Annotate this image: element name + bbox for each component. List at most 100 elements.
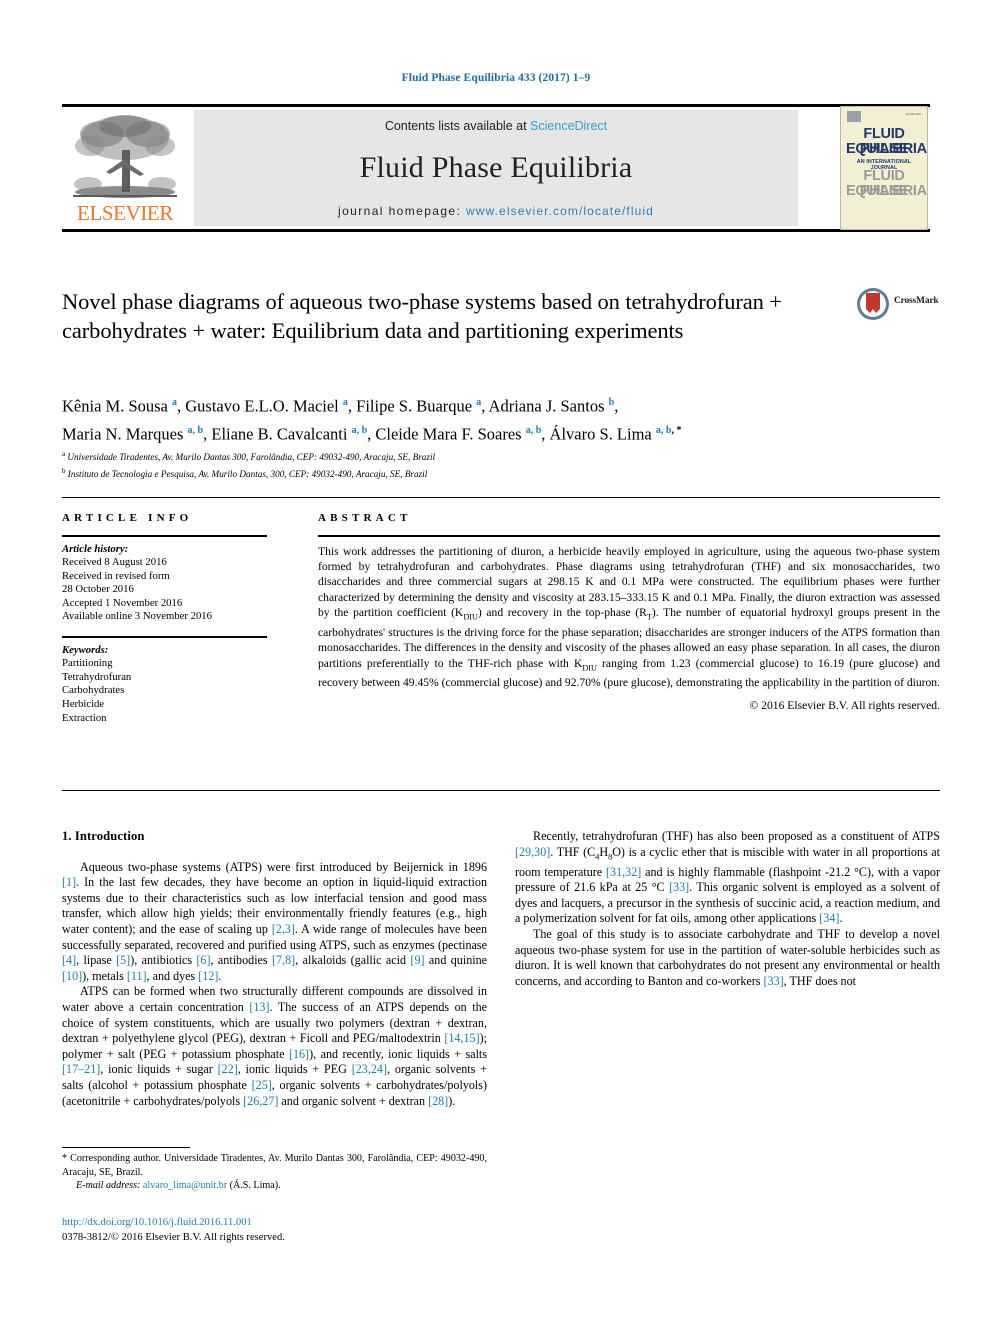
journal-masthead: ELSEVIER Contents lists available at Sci… <box>62 104 930 232</box>
sciencedirect-link[interactable]: ScienceDirect <box>530 119 607 133</box>
author-list: Kênia M. Sousa a, Gustavo E.L.O. Maciel … <box>62 391 940 446</box>
p3-a: Recently, tetrahydrofuran (THF) has also… <box>533 829 940 843</box>
citation-ref[interactable]: [17–21] <box>62 1062 100 1076</box>
affiliation-a-text: Universidade Tiradentes, Av. Murilo Dant… <box>67 452 436 463</box>
history-item: Accepted 1 November 2016 <box>62 596 183 609</box>
p1-k: . <box>218 968 222 983</box>
citation-ref[interactable]: [5] <box>116 953 130 967</box>
citation-ref[interactable]: [1] <box>62 875 76 889</box>
article-info-heading: ARTICLE INFO <box>62 512 193 524</box>
citation-ref[interactable]: [6] <box>196 953 210 967</box>
homepage-label: journal homepage: <box>338 204 462 218</box>
p2-i: and organic solvent + dextran <box>278 1093 429 1108</box>
citation-ref[interactable]: [23,24] <box>352 1062 387 1076</box>
citation-ref[interactable]: [13] <box>249 1000 269 1014</box>
doi-block: http://dx.doi.org/10.1016/j.fluid.2016.1… <box>62 1216 487 1245</box>
citation-ref[interactable]: [7,8] <box>272 953 295 967</box>
intro-paragraph-1: Aqueous two-phase systems (ATPS) were fi… <box>62 860 487 985</box>
intro-paragraph-4: The goal of this study is to associate c… <box>515 927 940 989</box>
masthead-center-panel: Contents lists available at ScienceDirec… <box>194 110 798 226</box>
keyword-item: Extraction <box>62 711 107 724</box>
citation-ref[interactable]: [33] <box>764 974 784 988</box>
paper-page: Fluid Phase Equilibria 433 (2017) 1–9 EL… <box>0 0 992 1323</box>
keyword-item: Tetrahydrofuran <box>62 670 132 683</box>
citation-ref[interactable]: [33] <box>669 880 689 894</box>
corresponding-text: Corresponding author. Universidade Tirad… <box>62 1153 487 1178</box>
affiliation-a: a Universidade Tiradentes, Av. Murilo Da… <box>62 450 436 463</box>
issn-copyright-line: 0378-3812/© 2016 Elsevier B.V. All right… <box>62 1231 285 1243</box>
citation-ref[interactable]: [11] <box>127 969 147 983</box>
p1-h: and quinine <box>424 953 488 968</box>
crossmark-icon <box>857 288 889 320</box>
history-item: Available online 3 November 2016 <box>62 610 212 623</box>
doi-link[interactable]: http://dx.doi.org/10.1016/j.fluid.2016.1… <box>62 1216 487 1231</box>
keyword-item: Herbicide <box>62 697 105 710</box>
info-bottom-rule <box>62 790 940 791</box>
affiliations: a Universidade Tiradentes, Av. Murilo Da… <box>62 448 940 481</box>
citation-ref[interactable]: [2,3] <box>272 922 295 936</box>
running-head: Fluid Phase Equilibria 433 (2017) 1–9 <box>401 72 591 84</box>
corresponding-author-footnote: * Corresponding author. Universidade Tir… <box>62 1152 487 1193</box>
citation-ref[interactable]: [25] <box>252 1078 272 1092</box>
keywords-block: Keywords: Partitioning Tetrahydrofuran C… <box>62 644 267 726</box>
p1-g: , alkaloids (gallic acid <box>295 953 411 968</box>
citation-ref[interactable]: [4] <box>62 953 76 967</box>
cover-header: ELSEVIER <box>845 110 923 122</box>
keywords-label: Keywords: <box>62 643 109 656</box>
contents-prefix: Contents lists available at <box>384 119 527 133</box>
p2-f: , ionic liquids + PEG <box>237 1062 352 1077</box>
p1-d: , lipase <box>76 953 117 968</box>
abstract-heading: ABSTRACT <box>318 512 412 524</box>
email-label: E-mail address: <box>76 1180 141 1192</box>
cover-title-line4: EQUILIBRIA <box>846 183 927 199</box>
p1-j: , and dyes <box>146 968 199 983</box>
intro-paragraph-2: ATPS can be formed when two structurally… <box>62 984 487 1109</box>
abstract-column: ABSTRACT This work addresses the partiti… <box>318 512 940 713</box>
body-right-column: Recently, tetrahydrofuran (THF) has also… <box>515 829 940 989</box>
abstract-divider <box>318 535 940 537</box>
journal-cover-thumbnail[interactable]: ELSEVIER FLUID PHASE EQUILIBRIA AN INTER… <box>840 106 928 230</box>
masthead-top-rule <box>62 104 930 107</box>
author-line-1: Kênia M. Sousa a, Gustavo E.L.O. Maciel … <box>62 396 619 416</box>
p3-c: H <box>599 844 609 859</box>
citation-ref[interactable]: [14,15] <box>444 1031 479 1045</box>
corresponding-author-line: * Corresponding author. Universidade Tir… <box>62 1152 487 1179</box>
keyword-item: Partitioning <box>62 657 113 670</box>
history-item: 28 October 2016 <box>62 583 134 596</box>
citation-ref[interactable]: [29,30] <box>515 845 550 859</box>
p4-a: The goal of this study is to associate c… <box>515 926 940 988</box>
citation-ref[interactable]: [10] <box>62 969 82 983</box>
info-top-rule <box>62 497 940 498</box>
history-item: Received 8 August 2016 <box>62 556 167 569</box>
journal-homepage-line: journal homepage: www.elsevier.com/locat… <box>194 204 798 218</box>
body-left-column: 1. Introduction Aqueous two-phase system… <box>62 829 487 1109</box>
masthead-bottom-rule <box>62 229 930 232</box>
footnote-rule <box>62 1147 190 1148</box>
citation-ref[interactable]: [28] <box>428 1094 448 1108</box>
homepage-url-link[interactable]: www.elsevier.com/locate/fluid <box>466 204 654 218</box>
article-info-divider <box>62 535 267 537</box>
elsevier-tree-icon <box>73 115 177 198</box>
elsevier-logo: ELSEVIER <box>64 110 186 226</box>
abstract-sub-1: DIU <box>463 612 478 622</box>
citation-ref[interactable]: [9] <box>410 953 424 967</box>
citation-ref[interactable]: [34] <box>819 911 839 925</box>
p2-d: ), and recently, ionic liquids + salts <box>309 1046 487 1061</box>
abstract-copyright: © 2016 Elsevier B.V. All rights reserved… <box>749 698 940 712</box>
citation-ref[interactable]: [26,27] <box>243 1094 278 1108</box>
citation-ref[interactable]: [31,32] <box>606 865 641 879</box>
email-link[interactable]: alvaro_lima@unit.br <box>143 1180 227 1191</box>
p2-j: ). <box>448 1093 456 1108</box>
citation-ref[interactable]: [22] <box>218 1062 238 1076</box>
crossmark-badge[interactable]: CrossMark <box>856 287 939 321</box>
abstract-part-2: ) and recovery in the top-phase (R <box>477 606 647 620</box>
article-info-column: ARTICLE INFO Article history: Received 8… <box>62 512 267 725</box>
cover-elsevier-icon <box>847 111 861 122</box>
citation-ref[interactable]: [12] <box>198 969 218 983</box>
affiliation-b-text: Instituto de Tecnologia e Pesquisa, Av. … <box>67 468 428 479</box>
email-line: E-mail address: alvaro_lima@unit.br (Á.S… <box>62 1179 487 1193</box>
section-heading-introduction: 1. Introduction <box>62 829 145 843</box>
history-label: Article history: <box>62 542 129 555</box>
corresponding-star: * <box>62 1153 68 1164</box>
citation-ref[interactable]: [16] <box>289 1047 309 1061</box>
